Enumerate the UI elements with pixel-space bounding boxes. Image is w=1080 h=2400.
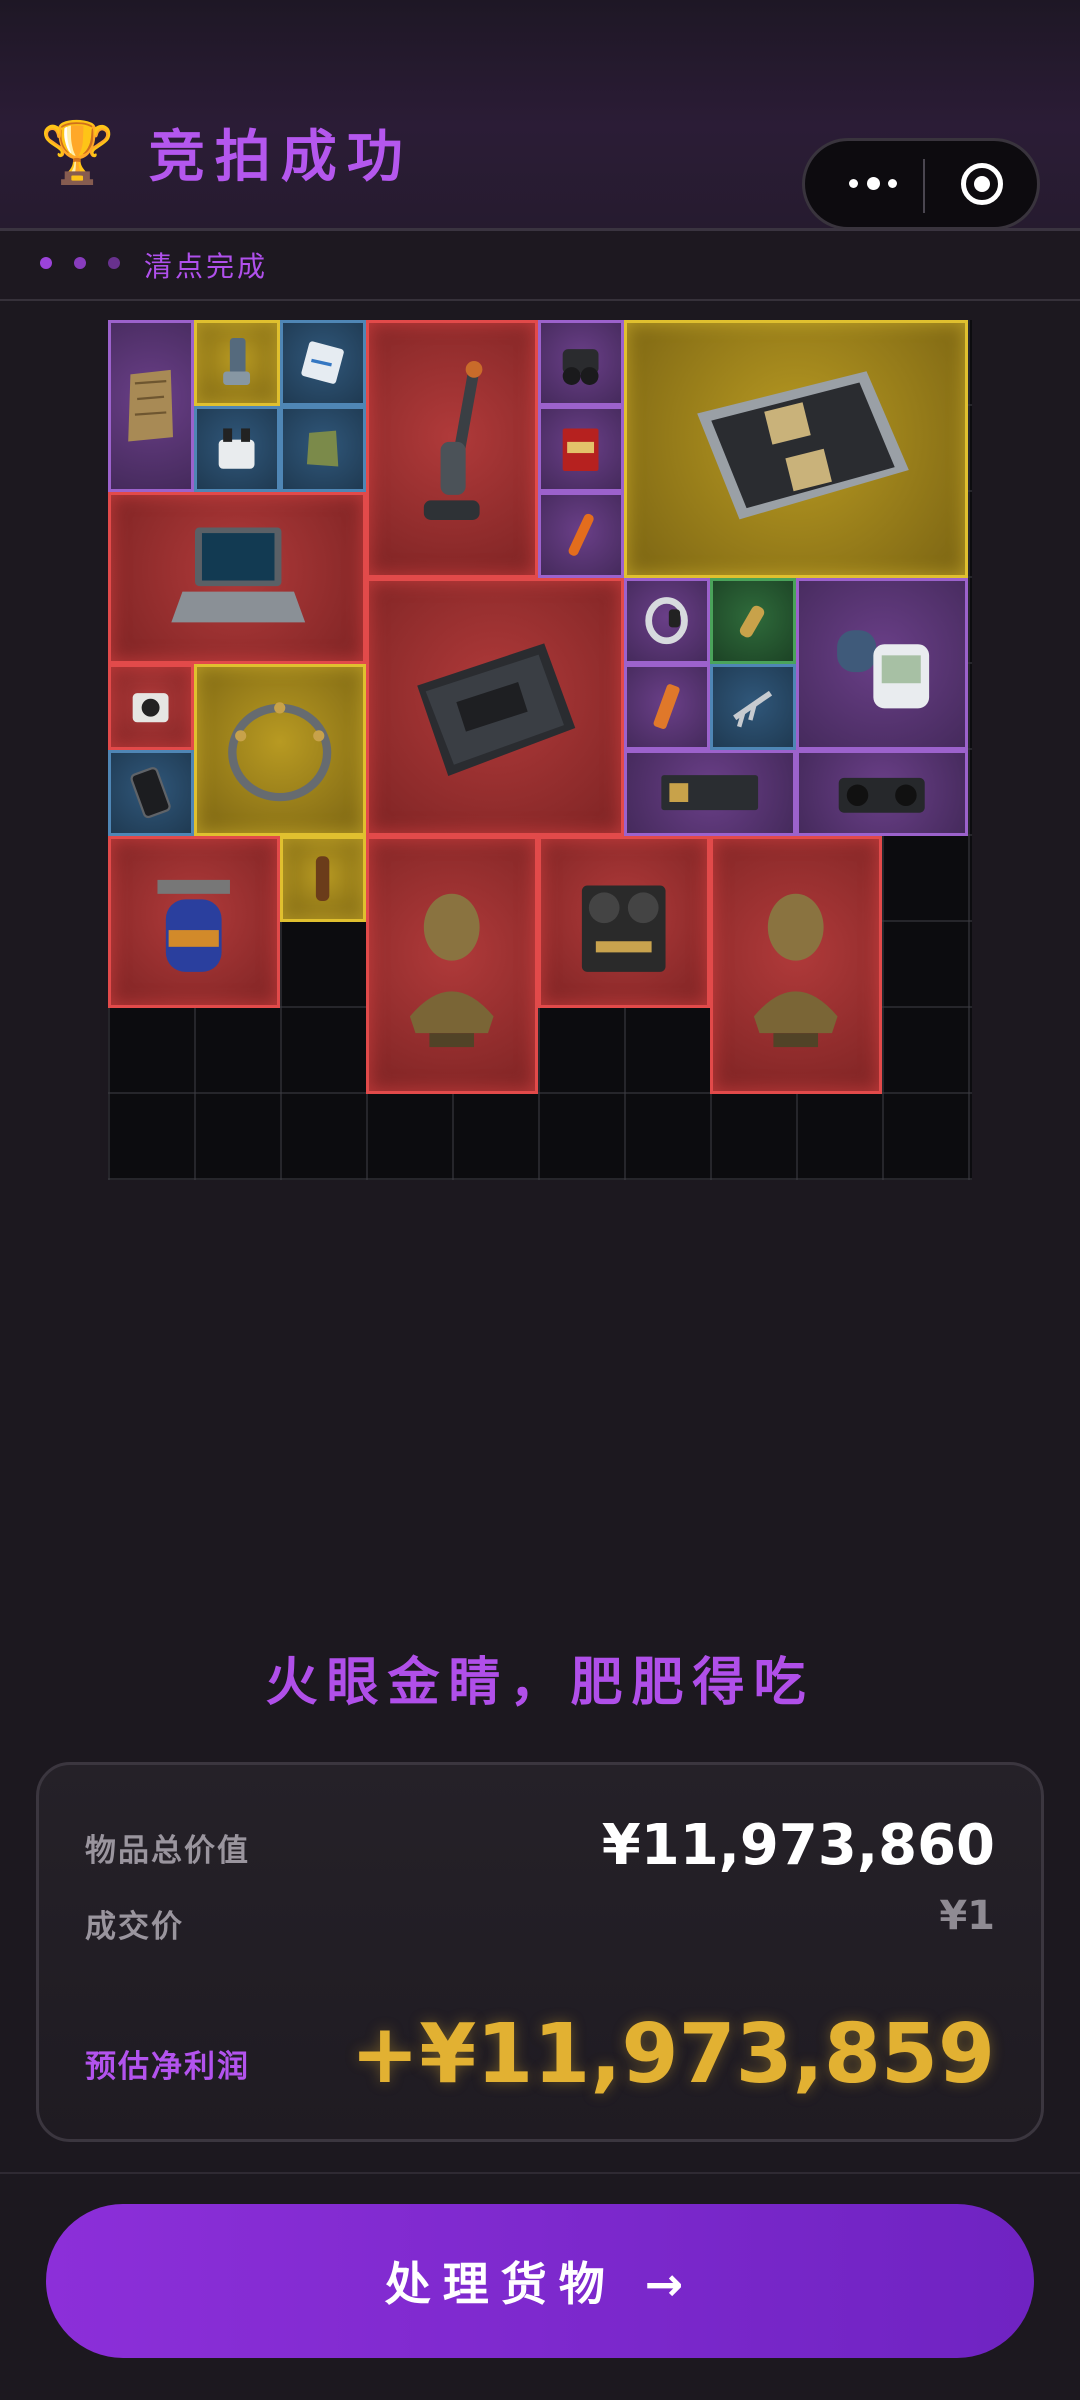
bust-icon <box>410 893 494 1048</box>
profit-label: 预估净利润 <box>85 2049 250 2085</box>
process-goods-button[interactable]: 处理货物 → <box>46 2204 1034 2358</box>
camera-icon <box>133 693 169 723</box>
item-boombox[interactable] <box>796 750 968 836</box>
pot-icon <box>219 428 255 470</box>
mini-program-capsule <box>802 138 1040 230</box>
item-smart-band[interactable] <box>624 578 710 664</box>
pill-box-icon <box>301 341 345 385</box>
deal-price-label: 成交价 <box>85 1909 184 1945</box>
vacuum-icon <box>424 361 483 521</box>
profit-value: +¥11,973,859 <box>350 2007 995 2102</box>
flare-icon <box>568 514 595 557</box>
bag-icon <box>307 431 339 467</box>
capsule-divider <box>923 159 925 213</box>
item-neural-headset[interactable] <box>194 664 366 836</box>
caliper-icon <box>733 691 773 728</box>
close-target-icon[interactable] <box>961 163 1003 205</box>
laptop-icon <box>171 527 306 623</box>
case-icon <box>417 643 576 777</box>
item-blood-pressure-monitor[interactable] <box>796 578 968 750</box>
map-icon <box>128 370 174 442</box>
energy-bar-icon <box>653 684 681 730</box>
item-server-motherboard[interactable] <box>624 320 968 578</box>
item-equipment-case[interactable] <box>366 578 624 836</box>
item-cigarette-box[interactable] <box>538 406 624 492</box>
item-gas-canister[interactable] <box>108 836 280 1008</box>
motherboard-icon <box>697 371 909 520</box>
item-caliper[interactable] <box>710 664 796 750</box>
bottle-icon <box>316 856 330 902</box>
total-value-label: 物品总价值 <box>85 1833 250 1869</box>
item-pill-box[interactable] <box>280 320 366 406</box>
item-cooling-pot[interactable] <box>194 406 280 492</box>
item-inhaler[interactable] <box>194 320 280 406</box>
footer-divider <box>0 2172 1080 2174</box>
item-snack-bag[interactable] <box>280 406 366 492</box>
item-old-map[interactable] <box>108 320 194 492</box>
bullet-icon <box>740 606 765 638</box>
monitor-icon <box>837 630 930 709</box>
headset-icon <box>228 702 332 802</box>
item-night-vision-goggles[interactable] <box>538 320 624 406</box>
app-header: 🏆 竞拍成功 <box>0 0 1080 231</box>
page-title: 竞拍成功 <box>148 125 413 190</box>
boombox-icon <box>839 778 925 814</box>
phone-icon <box>130 767 172 819</box>
item-flare[interactable] <box>538 492 624 578</box>
item-bronze-bust[interactable] <box>366 836 538 1094</box>
cigarette-box-icon <box>563 428 599 472</box>
bust-icon <box>754 893 838 1048</box>
more-menu-icon[interactable] <box>837 163 921 207</box>
summary-card: 物品总价值 ¥11,973,860 成交价 ¥1 预估净利润 +¥11,973,… <box>36 1762 1044 2142</box>
inventory-grid <box>108 320 972 1180</box>
graphics-card-icon <box>661 775 759 811</box>
item-reel-tape-recorder[interactable] <box>538 836 710 1008</box>
item-action-camera[interactable] <box>108 664 194 750</box>
status-bar: 清点完成 <box>0 231 1080 301</box>
item-rugged-laptop[interactable] <box>108 492 366 664</box>
item-energy-bar[interactable] <box>624 664 710 750</box>
total-value: ¥11,973,860 <box>601 1813 995 1878</box>
item-phone[interactable] <box>108 750 194 836</box>
item-bronze-bust-2[interactable] <box>710 836 882 1094</box>
goggles-icon <box>563 349 599 386</box>
item-drink-bottle[interactable] <box>280 836 366 922</box>
item-graphics-card[interactable] <box>624 750 796 836</box>
item-cordless-vacuum[interactable] <box>366 320 538 578</box>
band-icon <box>645 597 689 645</box>
item-bullet[interactable] <box>710 578 796 664</box>
slogan: 火眼金睛，肥肥得吃 <box>265 1653 815 1713</box>
title-row: 🏆 竞拍成功 <box>40 112 413 193</box>
deal-price: ¥1 <box>939 1893 995 1939</box>
inhaler-icon <box>223 338 251 386</box>
trophy-icon: 🏆 <box>40 117 115 188</box>
gas-canister-icon <box>157 880 231 973</box>
status-label: 清点完成 <box>144 250 269 283</box>
tape-recorder-icon <box>582 885 666 973</box>
